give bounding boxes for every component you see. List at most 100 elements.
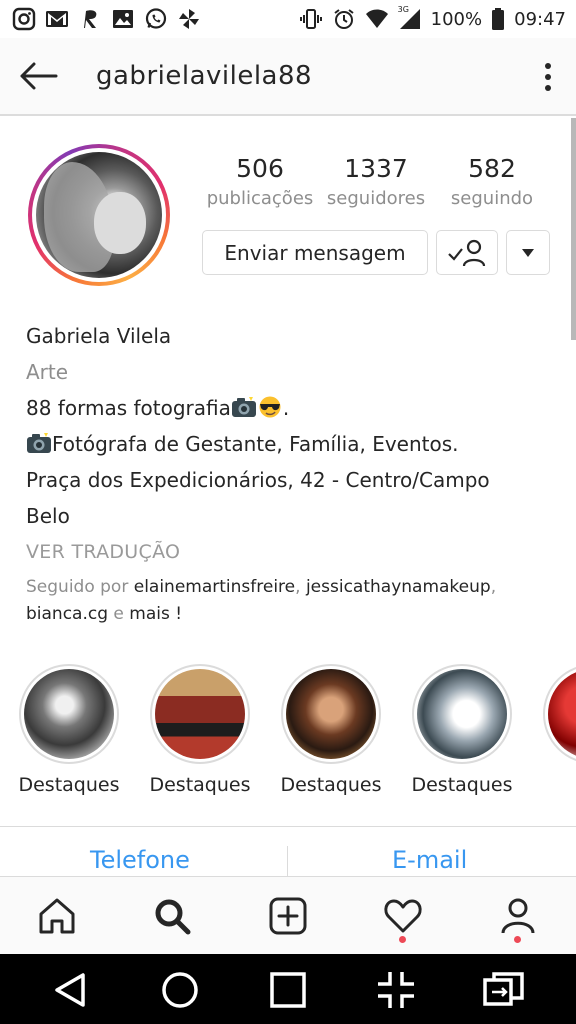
followed-user-1[interactable]: elainemartinsfreire [134, 577, 295, 597]
highlight-ring [543, 664, 576, 764]
back-triangle-icon [55, 973, 85, 1007]
following-toggle-button[interactable] [436, 230, 498, 275]
highlight-label: Destaques [411, 774, 513, 796]
instagram-icon [12, 7, 36, 31]
collapse-icon [378, 972, 414, 1008]
nav-search[interactable] [149, 893, 195, 939]
back-button[interactable] [0, 37, 76, 115]
status-bar: 3G 100% 09:47 [0, 0, 576, 38]
address-line-1[interactable]: Praça dos Expedicionários, 42 - Centro/C… [26, 462, 566, 498]
whatsapp-icon [144, 7, 168, 31]
highlight-cover [24, 669, 114, 759]
nav-profile[interactable] [495, 893, 541, 943]
followed-by[interactable]: Seguido por elainemartinsfreire, jessica… [26, 574, 566, 628]
android-navigation-bar [0, 954, 576, 1024]
highlight-item[interactable]: Destaques [407, 664, 517, 796]
highlight-ring [150, 664, 250, 764]
highlight-cover [417, 669, 507, 759]
person-check-icon [448, 239, 486, 266]
battery-icon [491, 7, 505, 31]
nav-home[interactable] [34, 893, 80, 939]
profile-category: Arte [26, 360, 69, 384]
android-collapse-button[interactable] [374, 968, 418, 1012]
posts-count: 506 [236, 154, 284, 183]
recents-square-icon [270, 972, 306, 1008]
highlight-cover [155, 669, 245, 759]
clock: 09:47 [514, 8, 566, 30]
highlight-item[interactable]: Destaques [276, 664, 386, 796]
bio-line-2: Fotógrafa de Gestante, Família, Eventos. [26, 426, 566, 462]
camera-flash-emoji-icon [231, 397, 256, 417]
highlight-label: Destaques [280, 774, 382, 796]
add-post-icon [269, 897, 307, 935]
stat-followers[interactable]: 1337 seguidores [322, 152, 430, 209]
followers-count: 1337 [344, 154, 408, 183]
followed-and: e [108, 604, 130, 624]
network-type-label: 3G [397, 5, 409, 14]
address-line-2[interactable]: Belo [26, 498, 566, 534]
bio-text-2: Fotógrafa de Gestante, Família, Eventos. [52, 432, 459, 456]
suggestions-dropdown-button[interactable] [506, 230, 550, 275]
wifi-icon [365, 7, 389, 31]
stat-following[interactable]: 582 seguindo [442, 152, 542, 209]
pinwheel-icon [177, 7, 201, 31]
highlight-item[interactable]: Destaques [145, 664, 255, 796]
avatar-frame [32, 148, 166, 282]
android-recents-button[interactable] [266, 968, 310, 1012]
caret-down-icon [522, 248, 534, 257]
search-icon [155, 899, 191, 935]
highlight-item[interactable]: Destaques [14, 664, 124, 796]
highlight-item[interactable]: Des [538, 664, 576, 796]
following-count: 582 [468, 154, 516, 183]
see-translation-link[interactable]: VER TRADUÇÃO [26, 534, 566, 570]
bio-text-1: 88 formas fotografia [26, 396, 231, 420]
highlight-ring [19, 664, 119, 764]
story-highlights[interactable]: Destaques Destaques Destaques Destaques … [0, 664, 576, 814]
sunglasses-emoji-icon [259, 396, 281, 418]
followed-user-3[interactable]: bianca.cg [26, 604, 108, 624]
header-username: gabrielavilela88 [96, 61, 313, 91]
stat-posts[interactable]: 506 publicações [205, 152, 315, 209]
profile-name: Gabriela Vilela [26, 324, 172, 348]
nav-activity[interactable] [380, 893, 426, 943]
gmail-icon [45, 7, 69, 31]
highlight-label: Destaques [149, 774, 251, 796]
activity-notification-dot [399, 936, 406, 943]
following-label: seguindo [450, 188, 534, 209]
bio-text-1-end: . [282, 396, 290, 420]
android-back-button[interactable] [48, 968, 92, 1012]
followed-more[interactable]: mais ! [129, 604, 182, 624]
alarm-icon [332, 7, 356, 31]
more-dot [545, 74, 551, 80]
android-home-button[interactable] [158, 968, 202, 1012]
r-app-icon [78, 7, 102, 31]
more-options-button[interactable] [538, 60, 558, 94]
more-vertical-icon [545, 63, 551, 69]
avatar-face [94, 192, 146, 254]
followers-label: seguidores [326, 188, 426, 209]
highlight-label: Des [538, 774, 576, 796]
signal-icon: 3G [397, 5, 422, 31]
profile-header-bar: gabrielavilela88 [0, 38, 576, 116]
email-button[interactable]: E-mail [392, 846, 467, 874]
avatar-story-ring[interactable] [28, 144, 170, 286]
bio-line-1: 88 formas fotografia. [26, 390, 566, 426]
send-message-button[interactable]: Enviar mensagem [202, 230, 428, 275]
highlight-cover [286, 669, 376, 759]
home-circle-icon [162, 972, 198, 1008]
followed-sep: , [490, 577, 497, 597]
followed-user-2[interactable]: jessicathaynamakeup [306, 577, 491, 597]
divider [0, 826, 576, 827]
arrow-left-icon [20, 62, 58, 90]
home-icon [39, 898, 75, 934]
highlight-ring [281, 664, 381, 764]
screen-switch-icon [483, 972, 524, 1006]
android-screen-switch-button[interactable] [482, 968, 526, 1012]
followed-sep: , [295, 577, 306, 597]
nav-add-post[interactable] [265, 893, 311, 939]
phone-button[interactable]: Telefone [90, 846, 190, 874]
vibrate-icon [299, 7, 323, 31]
more-dot [545, 85, 551, 91]
scrollbar[interactable] [571, 118, 576, 340]
followed-prefix: Seguido por [26, 577, 134, 597]
